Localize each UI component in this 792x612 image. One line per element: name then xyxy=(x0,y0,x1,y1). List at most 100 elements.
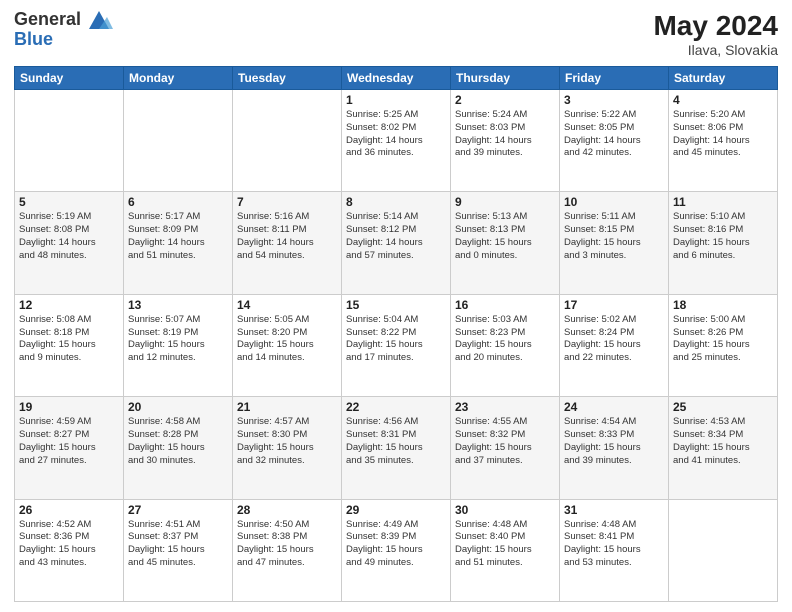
logo-blue: Blue xyxy=(14,30,81,50)
day-info: Sunrise: 5:14 AM Sunset: 8:12 PM Dayligh… xyxy=(346,211,446,262)
day-number: 17 xyxy=(564,298,664,312)
day-info: Sunrise: 4:58 AM Sunset: 8:28 PM Dayligh… xyxy=(128,416,228,467)
calendar-week-2: 12 Sunrise: 5:08 AM Sunset: 8:18 PM Dayli… xyxy=(15,294,778,396)
calendar-week-0: 1Sunrise: 5:25 AM Sunset: 8:02 PM Daylig… xyxy=(15,90,778,192)
table-row: 7 Sunrise: 5:16 AM Sunset: 8:11 PM Daylig… xyxy=(233,192,342,294)
table-row: 9Sunrise: 5:13 AM Sunset: 8:13 PM Daylig… xyxy=(451,192,560,294)
day-info: Sunrise: 5:07 AM Sunset: 8:19 PM Dayligh… xyxy=(128,314,228,365)
calendar-header-row: Sunday Monday Tuesday Wednesday Thursday… xyxy=(15,67,778,90)
day-info: Sunrise: 5:02 AM Sunset: 8:24 PM Dayligh… xyxy=(564,314,664,365)
day-number: 31 xyxy=(564,503,664,517)
table-row: 5 Sunrise: 5:19 AM Sunset: 8:08 PM Daylig… xyxy=(15,192,124,294)
col-friday: Friday xyxy=(560,67,669,90)
day-info: Sunrise: 4:48 AM Sunset: 8:41 PM Dayligh… xyxy=(564,519,664,570)
day-info: Sunrise: 5:24 AM Sunset: 8:03 PM Dayligh… xyxy=(455,109,555,160)
table-row: 16 Sunrise: 5:03 AM Sunset: 8:23 PM Dayli… xyxy=(451,294,560,396)
col-monday: Monday xyxy=(124,67,233,90)
day-info: Sunrise: 5:22 AM Sunset: 8:05 PM Dayligh… xyxy=(564,109,664,160)
table-row: 17 Sunrise: 5:02 AM Sunset: 8:24 PM Dayli… xyxy=(560,294,669,396)
table-row xyxy=(669,499,778,601)
page: General Blue May 2024 Ilava, Slovakia Su… xyxy=(0,0,792,612)
table-row: 24Sunrise: 4:54 AM Sunset: 8:33 PM Dayli… xyxy=(560,397,669,499)
day-number: 11 xyxy=(673,195,773,209)
logo-icon xyxy=(85,7,113,35)
table-row: 10Sunrise: 5:11 AM Sunset: 8:15 PM Dayli… xyxy=(560,192,669,294)
table-row xyxy=(124,90,233,192)
calendar-week-1: 5 Sunrise: 5:19 AM Sunset: 8:08 PM Daylig… xyxy=(15,192,778,294)
day-number: 23 xyxy=(455,400,555,414)
table-row: 14 Sunrise: 5:05 AM Sunset: 8:20 PM Dayli… xyxy=(233,294,342,396)
day-info: Sunrise: 5:08 AM Sunset: 8:18 PM Dayligh… xyxy=(19,314,119,365)
day-number: 12 xyxy=(19,298,119,312)
day-info: Sunrise: 4:54 AM Sunset: 8:33 PM Dayligh… xyxy=(564,416,664,467)
table-row: 23 Sunrise: 4:55 AM Sunset: 8:32 PM Dayli… xyxy=(451,397,560,499)
day-info: Sunrise: 5:25 AM Sunset: 8:02 PM Dayligh… xyxy=(346,109,446,160)
day-number: 27 xyxy=(128,503,228,517)
table-row: 19 Sunrise: 4:59 AM Sunset: 8:27 PM Dayli… xyxy=(15,397,124,499)
day-number: 2 xyxy=(455,93,555,107)
day-info: Sunrise: 5:20 AM Sunset: 8:06 PM Dayligh… xyxy=(673,109,773,160)
day-info: Sunrise: 4:57 AM Sunset: 8:30 PM Dayligh… xyxy=(237,416,337,467)
day-number: 19 xyxy=(19,400,119,414)
day-info: Sunrise: 5:05 AM Sunset: 8:20 PM Dayligh… xyxy=(237,314,337,365)
day-number: 22 xyxy=(346,400,446,414)
table-row: 31 Sunrise: 4:48 AM Sunset: 8:41 PM Dayli… xyxy=(560,499,669,601)
table-row: 29 Sunrise: 4:49 AM Sunset: 8:39 PM Dayli… xyxy=(342,499,451,601)
day-number: 7 xyxy=(237,195,337,209)
table-row: 8 Sunrise: 5:14 AM Sunset: 8:12 PM Daylig… xyxy=(342,192,451,294)
location: Ilava, Slovakia xyxy=(653,42,778,58)
table-row: 6 Sunrise: 5:17 AM Sunset: 8:09 PM Daylig… xyxy=(124,192,233,294)
day-number: 14 xyxy=(237,298,337,312)
month-year: May 2024 xyxy=(653,10,778,42)
col-saturday: Saturday xyxy=(669,67,778,90)
day-number: 5 xyxy=(19,195,119,209)
table-row: 18 Sunrise: 5:00 AM Sunset: 8:26 PM Dayli… xyxy=(669,294,778,396)
day-number: 30 xyxy=(455,503,555,517)
day-info: Sunrise: 4:51 AM Sunset: 8:37 PM Dayligh… xyxy=(128,519,228,570)
table-row: 20 Sunrise: 4:58 AM Sunset: 8:28 PM Dayli… xyxy=(124,397,233,499)
table-row: 1Sunrise: 5:25 AM Sunset: 8:02 PM Daylig… xyxy=(342,90,451,192)
table-row: 22Sunrise: 4:56 AM Sunset: 8:31 PM Dayli… xyxy=(342,397,451,499)
day-info: Sunrise: 4:48 AM Sunset: 8:40 PM Dayligh… xyxy=(455,519,555,570)
table-row: 15Sunrise: 5:04 AM Sunset: 8:22 PM Dayli… xyxy=(342,294,451,396)
calendar-week-3: 19 Sunrise: 4:59 AM Sunset: 8:27 PM Dayli… xyxy=(15,397,778,499)
table-row: 3 Sunrise: 5:22 AM Sunset: 8:05 PM Daylig… xyxy=(560,90,669,192)
table-row: 26 Sunrise: 4:52 AM Sunset: 8:36 PM Dayli… xyxy=(15,499,124,601)
day-info: Sunrise: 5:04 AM Sunset: 8:22 PM Dayligh… xyxy=(346,314,446,365)
table-row: 28Sunrise: 4:50 AM Sunset: 8:38 PM Dayli… xyxy=(233,499,342,601)
table-row: 13 Sunrise: 5:07 AM Sunset: 8:19 PM Dayli… xyxy=(124,294,233,396)
day-info: Sunrise: 4:52 AM Sunset: 8:36 PM Dayligh… xyxy=(19,519,119,570)
day-number: 28 xyxy=(237,503,337,517)
day-info: Sunrise: 5:03 AM Sunset: 8:23 PM Dayligh… xyxy=(455,314,555,365)
day-number: 29 xyxy=(346,503,446,517)
day-number: 3 xyxy=(564,93,664,107)
day-info: Sunrise: 4:55 AM Sunset: 8:32 PM Dayligh… xyxy=(455,416,555,467)
col-wednesday: Wednesday xyxy=(342,67,451,90)
day-number: 13 xyxy=(128,298,228,312)
day-number: 20 xyxy=(128,400,228,414)
day-number: 26 xyxy=(19,503,119,517)
day-info: Sunrise: 4:49 AM Sunset: 8:39 PM Dayligh… xyxy=(346,519,446,570)
day-number: 6 xyxy=(128,195,228,209)
table-row: 4 Sunrise: 5:20 AM Sunset: 8:06 PM Daylig… xyxy=(669,90,778,192)
day-number: 10 xyxy=(564,195,664,209)
day-number: 4 xyxy=(673,93,773,107)
day-info: Sunrise: 4:53 AM Sunset: 8:34 PM Dayligh… xyxy=(673,416,773,467)
day-number: 16 xyxy=(455,298,555,312)
day-info: Sunrise: 5:00 AM Sunset: 8:26 PM Dayligh… xyxy=(673,314,773,365)
day-number: 25 xyxy=(673,400,773,414)
table-row xyxy=(233,90,342,192)
col-thursday: Thursday xyxy=(451,67,560,90)
day-info: Sunrise: 5:17 AM Sunset: 8:09 PM Dayligh… xyxy=(128,211,228,262)
day-info: Sunrise: 5:19 AM Sunset: 8:08 PM Dayligh… xyxy=(19,211,119,262)
day-number: 18 xyxy=(673,298,773,312)
col-tuesday: Tuesday xyxy=(233,67,342,90)
table-row: 21Sunrise: 4:57 AM Sunset: 8:30 PM Dayli… xyxy=(233,397,342,499)
day-info: Sunrise: 4:59 AM Sunset: 8:27 PM Dayligh… xyxy=(19,416,119,467)
logo: General Blue xyxy=(14,10,113,50)
day-number: 8 xyxy=(346,195,446,209)
col-sunday: Sunday xyxy=(15,67,124,90)
table-row: 11Sunrise: 5:10 AM Sunset: 8:16 PM Dayli… xyxy=(669,192,778,294)
table-row: 27 Sunrise: 4:51 AM Sunset: 8:37 PM Dayli… xyxy=(124,499,233,601)
day-info: Sunrise: 5:16 AM Sunset: 8:11 PM Dayligh… xyxy=(237,211,337,262)
